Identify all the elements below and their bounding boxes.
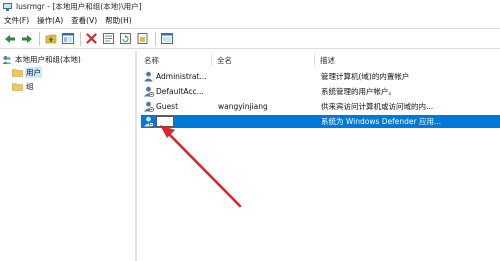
column-divider[interactable] [211, 54, 212, 66]
delete-x-icon [86, 33, 97, 44]
toolbar-separator [39, 31, 40, 46]
refresh-button[interactable] [118, 31, 133, 46]
folder-icon [12, 83, 23, 91]
users-list-pane: 名称 全名 描述 Administrat... 管理计算机(域)的内置帐户 De… [139, 50, 500, 261]
cell-name: DefaultAcc... [156, 87, 204, 96]
back-button[interactable] [2, 31, 17, 46]
user-disabled-icon [144, 86, 154, 97]
column-header-name[interactable]: 名称 [144, 55, 159, 67]
tree-label-groups: 组 [26, 82, 34, 91]
forward-arrow-icon [21, 34, 32, 43]
tree-item-groups[interactable]: 组 [12, 81, 35, 92]
tree-item-root[interactable]: 本地用户和组(本地) [2, 54, 82, 65]
console-tree-pane: 本地用户和组(本地) 用户 组 [0, 50, 137, 261]
users-group-icon [2, 55, 12, 64]
back-arrow-icon [4, 34, 15, 43]
menu-help[interactable]: 帮助(H) [101, 15, 136, 26]
column-header-description[interactable]: 描述 [320, 55, 335, 67]
cell-name: Administrat... [156, 72, 207, 81]
table-row-defaultaccount[interactable]: DefaultAcc... 系统管理的用户帐户。 [141, 85, 500, 98]
user-disabled-icon [144, 116, 154, 127]
cell-description: 系统管理的用户帐户。 [321, 87, 396, 96]
table-row-guest[interactable]: Guest wangyinjiang 供来宾访问计算机或访问域的内... [141, 100, 500, 113]
tree-item-users[interactable]: 用户 [12, 67, 42, 78]
cell-description: 管理计算机(域)的内置帐户 [321, 72, 410, 81]
menu-bar: 文件(F) 操作(A) 查看(V) 帮助(H) [0, 13, 500, 28]
forward-button[interactable] [19, 31, 34, 46]
toolbar [0, 28, 500, 49]
tree-label-users: 用户 [25, 67, 42, 78]
up-folder-button[interactable] [43, 31, 58, 46]
cell-fullname: wangyinjiang [218, 102, 268, 111]
table-row-administrator[interactable]: Administrat... 管理计算机(域)的内置帐户 [141, 70, 500, 83]
export-list-icon [137, 33, 148, 44]
table-row-wdagutility[interactable]: 系统为 Windows Defender 应用... [141, 115, 500, 128]
menu-file[interactable]: 文件(F) [0, 15, 33, 26]
window-title: lusrmgr - [本地用户和组(本地)\用户] [16, 2, 142, 11]
column-divider[interactable] [314, 54, 315, 66]
help-button[interactable] [159, 31, 174, 46]
cell-description: 系统为 Windows Defender 应用... [321, 117, 442, 126]
rename-input[interactable] [156, 116, 174, 127]
computer-management-icon [3, 2, 12, 11]
cell-name: Guest [156, 102, 179, 111]
column-header-fullname[interactable]: 全名 [217, 55, 232, 67]
show-tree-button[interactable] [60, 31, 75, 46]
user-icon [144, 71, 153, 82]
export-list-button[interactable] [135, 31, 150, 46]
cell-fullname [218, 115, 313, 128]
console-tree-icon [61, 33, 74, 44]
cell-description: 供来宾访问计算机或访问域的内... [321, 102, 434, 111]
user-disabled-icon [144, 101, 154, 112]
menu-action[interactable]: 操作(A) [33, 15, 67, 26]
menu-view[interactable]: 查看(V) [67, 15, 101, 26]
cell-fullname [218, 70, 313, 83]
folder-up-icon [45, 34, 56, 44]
properties-icon [103, 33, 114, 44]
cell-fullname [218, 85, 313, 98]
help-panel-icon [160, 33, 173, 44]
delete-button[interactable] [84, 31, 99, 46]
folder-icon [12, 69, 23, 77]
title-bar: lusrmgr - [本地用户和组(本地)\用户] [0, 0, 500, 13]
refresh-icon [120, 33, 131, 44]
tree-label-root: 本地用户和组(本地) [15, 55, 81, 64]
toolbar-separator [155, 31, 156, 46]
toolbar-separator [80, 31, 81, 46]
properties-button[interactable] [101, 31, 116, 46]
